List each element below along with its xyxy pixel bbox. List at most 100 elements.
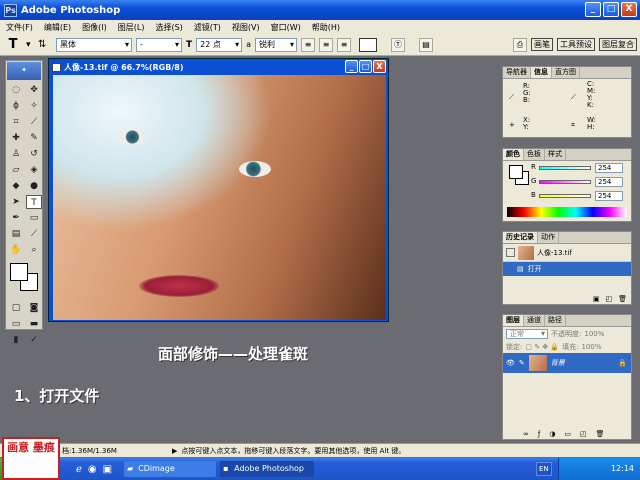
doc-minimize-button[interactable]: _ — [345, 60, 358, 73]
menu-select[interactable]: 选择(S) — [155, 22, 182, 33]
tab-color[interactable]: 颜色 — [503, 149, 524, 160]
tab-navigator[interactable]: 导航器 — [503, 67, 531, 78]
new-group-icon[interactable]: ▭ — [564, 430, 571, 438]
doc-close-button[interactable]: X — [373, 60, 386, 73]
type-tool-icon[interactable]: T — [26, 195, 42, 209]
close-button[interactable]: X — [621, 2, 637, 17]
channel-b-slider[interactable] — [539, 194, 591, 198]
history-item[interactable]: ▤ 打开 — [503, 262, 631, 276]
document-title-bar[interactable]: 人像-13.tif @ 66.7%(RGB/8) _ □ X — [49, 59, 388, 75]
blend-mode-select[interactable]: 正常 — [506, 328, 548, 339]
clock[interactable]: 12:14 — [611, 464, 634, 473]
dodge-tool-icon[interactable]: ● — [26, 179, 42, 193]
foreground-color-swatch[interactable] — [10, 263, 28, 281]
toolbox-header-logo[interactable]: ✦ — [7, 62, 41, 80]
file-browser-icon[interactable]: ⎙ — [513, 37, 527, 52]
lock-icons[interactable]: ▢ ✎ ✥ 🔒 — [525, 343, 559, 351]
healing-brush-tool-icon[interactable]: ✚ — [8, 131, 24, 145]
layer-comps-well-button[interactable]: 图层复合 — [599, 38, 637, 51]
minimize-button[interactable]: _ — [585, 2, 601, 17]
tab-actions[interactable]: 动作 — [538, 232, 559, 243]
align-center-button[interactable]: ≡ — [319, 37, 334, 52]
marquee-tool-icon[interactable]: ◌ — [8, 83, 24, 97]
language-indicator[interactable]: EN — [536, 462, 552, 476]
taskbar-item-cdimage[interactable]: ▰ CDimage — [124, 461, 217, 477]
paint-bucket-tool-icon[interactable]: ◈ — [26, 163, 42, 177]
brushes-well-button[interactable]: 画笔 — [531, 38, 553, 51]
layer-style-icon[interactable]: ƒ — [538, 430, 540, 438]
channel-b-value[interactable]: 254 — [595, 191, 623, 201]
blur-tool-icon[interactable]: ◆ — [8, 179, 24, 193]
menu-edit[interactable]: 编辑(E) — [44, 22, 71, 33]
new-document-from-state-icon[interactable]: ▣ — [593, 295, 600, 303]
channel-r-value[interactable]: 254 — [595, 163, 623, 173]
standard-mode-icon[interactable]: ▢ — [8, 301, 24, 315]
text-color-swatch[interactable] — [359, 37, 378, 52]
channel-g-slider[interactable] — [539, 180, 591, 184]
quick-mask-mode-icon[interactable]: ◙ — [26, 301, 42, 315]
tab-styles[interactable]: 样式 — [545, 149, 566, 160]
brush-tool-icon[interactable]: ✎ — [26, 131, 42, 145]
layer-row[interactable]: 👁 ✎ 背景 🔒 — [503, 353, 631, 373]
tab-swatches[interactable]: 色板 — [524, 149, 545, 160]
slice-tool-icon[interactable]: ⟋ — [26, 115, 42, 129]
document-window[interactable]: 人像-13.tif @ 66.7%(RGB/8) _ □ X — [48, 58, 389, 322]
color-fg-swatch[interactable] — [509, 165, 523, 179]
menu-help[interactable]: 帮助(H) — [312, 22, 340, 33]
tab-layers[interactable]: 图层 — [503, 315, 524, 326]
history-brush-tool-icon[interactable]: ↺ — [26, 147, 42, 161]
taskbar-item-photoshop[interactable]: ▪ Adobe Photoshop — [220, 461, 315, 477]
menu-view[interactable]: 视图(V) — [232, 22, 260, 33]
shape-tool-icon[interactable]: ▭ — [26, 211, 42, 225]
new-layer-icon[interactable]: ◰ — [580, 430, 587, 438]
screen-mode-fullscreen-icon[interactable]: ▮ — [8, 333, 24, 347]
menu-layer[interactable]: 图层(L) — [118, 22, 145, 33]
tab-histogram[interactable]: 直方图 — [552, 67, 580, 78]
notes-tool-icon[interactable]: ▤ — [8, 227, 24, 241]
menu-window[interactable]: 窗口(W) — [271, 22, 301, 33]
opacity-value[interactable]: 100% — [584, 330, 604, 338]
crop-tool-icon[interactable]: ⌗ — [8, 115, 24, 129]
screen-mode-full-icon[interactable]: ▬ — [26, 317, 42, 331]
pen-tool-icon[interactable]: ✒ — [8, 211, 24, 225]
tab-channels[interactable]: 通道 — [524, 315, 545, 326]
fill-value[interactable]: 100% — [581, 343, 601, 351]
media-player-icon[interactable]: ◉ — [88, 464, 97, 475]
clone-stamp-tool-icon[interactable]: ♙ — [8, 147, 24, 161]
link-layers-icon[interactable]: ∞ — [523, 430, 529, 438]
delete-layer-icon[interactable]: 🗑 — [596, 430, 605, 438]
zoom-tool-icon[interactable]: ⌕ — [26, 243, 42, 257]
font-size-select[interactable]: 22 点 — [196, 37, 243, 52]
lasso-tool-icon[interactable]: ϕ — [8, 99, 24, 113]
doc-size-status[interactable]: 档:1.36M/1.36M — [62, 446, 172, 456]
tab-info[interactable]: 信息 — [531, 67, 552, 78]
align-right-button[interactable]: ≡ — [337, 37, 352, 52]
tab-history[interactable]: 历史记录 — [503, 232, 538, 243]
warp-text-icon[interactable]: Ⓣ — [391, 37, 406, 52]
eraser-tool-icon[interactable]: ▱ — [8, 163, 24, 177]
status-arrow-icon[interactable]: ▶ — [172, 447, 177, 455]
antialias-select[interactable]: 锐利 — [255, 37, 298, 52]
history-delete-icon[interactable]: 🗑 — [618, 295, 627, 303]
new-snapshot-icon[interactable]: ◰ — [605, 295, 612, 303]
channel-g-value[interactable]: 254 — [595, 177, 623, 187]
screen-mode-standard-icon[interactable]: ▭ — [8, 317, 24, 331]
doc-maximize-button[interactable]: □ — [359, 60, 372, 73]
desktop-icon[interactable]: ▣ — [103, 464, 112, 475]
eyedropper-tool-icon[interactable]: ⟋ — [26, 227, 42, 241]
portrait-photo[interactable] — [53, 75, 386, 320]
jump-to-imageready-icon[interactable]: ✓ — [26, 333, 42, 347]
tool-preset-arrow-icon[interactable]: ▾ — [26, 40, 34, 50]
maximize-button[interactable]: □ — [603, 2, 619, 17]
font-style-select[interactable]: - — [136, 37, 182, 52]
layer-mask-icon[interactable]: ◑ — [549, 430, 555, 438]
type-tool-icon[interactable]: T — [4, 37, 22, 52]
ie-icon[interactable]: ℯ — [76, 464, 82, 475]
history-snapshot-row[interactable]: 人像-13.tif — [503, 244, 631, 262]
move-tool-icon[interactable]: ✥ — [26, 83, 42, 97]
magic-wand-tool-icon[interactable]: ✧ — [26, 99, 42, 113]
hand-tool-icon[interactable]: ✋ — [8, 243, 24, 257]
path-selection-tool-icon[interactable]: ➤ — [8, 195, 24, 209]
font-family-select[interactable]: 黑体 — [56, 37, 132, 52]
visibility-eye-icon[interactable]: 👁 — [506, 359, 515, 367]
